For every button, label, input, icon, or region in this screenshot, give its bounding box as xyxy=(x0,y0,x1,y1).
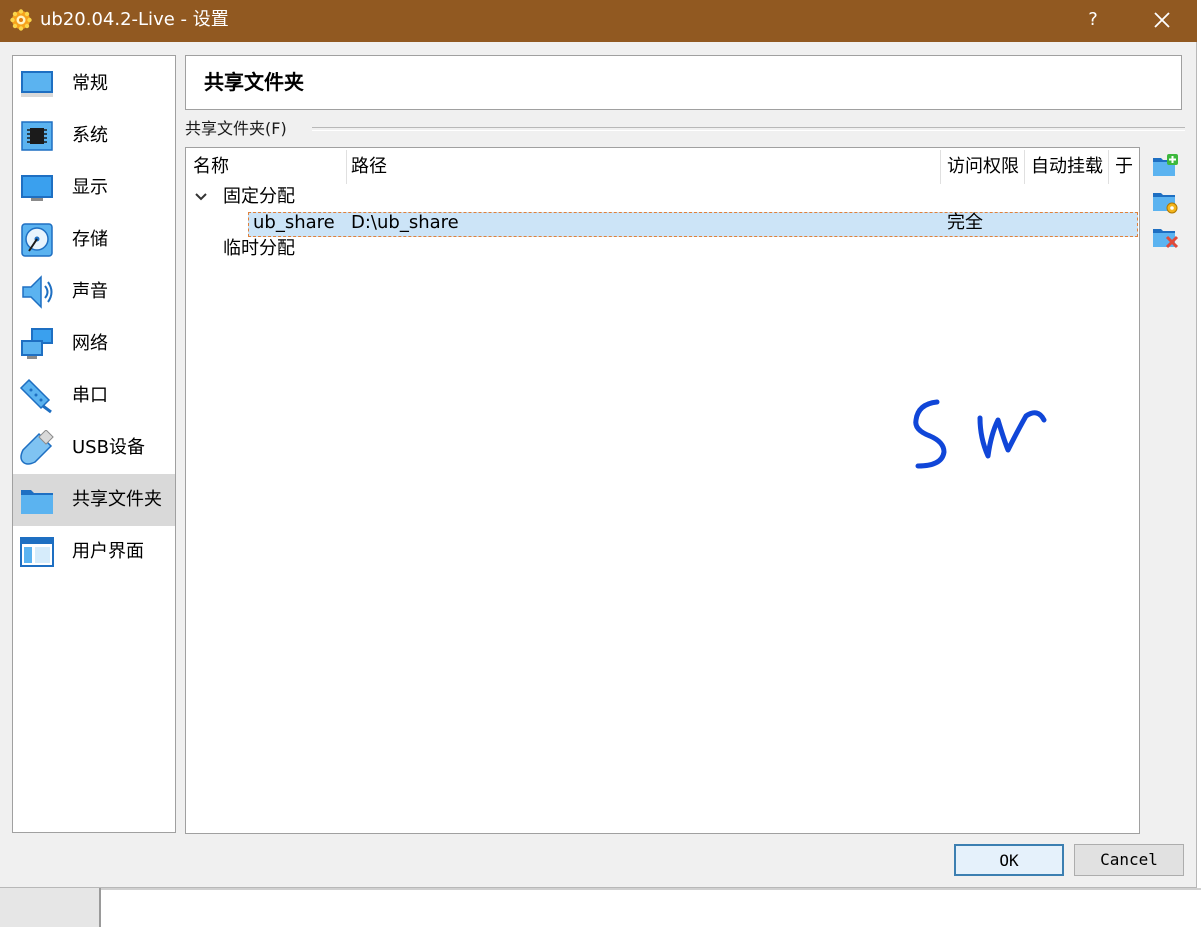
column-header-at[interactable]: 于 xyxy=(1108,148,1139,186)
sidebar-item-label: 存储 xyxy=(72,229,108,250)
sidebar-item-label: 串口 xyxy=(72,385,108,406)
share-access-cell: 完全 xyxy=(947,212,983,233)
shared-folders-tree[interactable]: 名称 路径 访问权限 自动挂载 于 固定分配 ub_share D:\ub_sh… xyxy=(185,147,1140,834)
sidebar-item-label: 常规 xyxy=(72,73,108,94)
virtualbox-logo-icon xyxy=(10,9,32,31)
sidebar-item-label: 共享文件夹 xyxy=(72,489,162,510)
sidebar-item-display[interactable]: 显示 xyxy=(13,162,175,214)
sidebar-item-shared-folders[interactable]: 共享文件夹 xyxy=(13,474,175,526)
speaker-audio-icon xyxy=(22,275,53,309)
column-header-name[interactable]: 名称 xyxy=(186,148,346,186)
chip-system-icon xyxy=(21,121,53,151)
sidebar-item-label: 显示 xyxy=(72,177,108,198)
ok-button[interactable]: OK xyxy=(954,844,1064,876)
sidebar-item-label: 系统 xyxy=(72,125,108,146)
chevron-down-icon[interactable] xyxy=(194,190,208,204)
sidebar-item-audio[interactable]: 声音 xyxy=(13,266,175,318)
group-fixed[interactable]: 固定分配 xyxy=(223,185,295,209)
folder-add-icon[interactable] xyxy=(1151,152,1179,180)
group-divider xyxy=(312,127,1185,131)
help-button[interactable]: ? xyxy=(1080,6,1106,34)
sidebar-item-label: 网络 xyxy=(72,333,108,354)
sidebar-item-label: USB设备 xyxy=(72,437,145,458)
disk-storage-icon xyxy=(21,223,53,257)
sidebar-item-label: 声音 xyxy=(72,281,108,302)
window-title: ub20.04.2-Live - 设置 xyxy=(40,9,229,30)
folder-remove-icon[interactable] xyxy=(1151,223,1179,251)
sidebar-item-general[interactable]: 常规 xyxy=(13,58,175,110)
close-icon[interactable] xyxy=(1146,4,1178,36)
sidebar-item-user-interface[interactable]: 用户界面 xyxy=(13,526,175,578)
column-header-path[interactable]: 路径 xyxy=(344,148,940,186)
sidebar-item-storage[interactable]: 存储 xyxy=(13,214,175,266)
share-path-cell: D:\ub_share xyxy=(351,212,459,233)
column-header-access[interactable]: 访问权限 xyxy=(940,148,1024,186)
cancel-button[interactable]: Cancel xyxy=(1074,844,1184,876)
sidebar-item-serial[interactable]: 串口 xyxy=(13,370,175,422)
folder-edit-icon[interactable] xyxy=(1151,187,1179,215)
settings-sidebar: 常规 系统 显示 存储 声音 网络 串口 USB设备 共享文件夹 用户界面 xyxy=(12,55,176,833)
sidebar-item-network[interactable]: 网络 xyxy=(13,318,175,370)
page-header: 共享文件夹 xyxy=(185,55,1182,110)
title-bar: ub20.04.2-Live - 设置 ? xyxy=(0,0,1197,42)
group-transient[interactable]: 临时分配 xyxy=(223,237,295,261)
background-app-panel xyxy=(0,888,101,927)
sidebar-item-usb[interactable]: USB设备 xyxy=(13,422,175,474)
monitor-general-icon xyxy=(21,71,53,97)
handwritten-annotation xyxy=(913,399,1047,469)
background-divider xyxy=(0,888,1201,890)
shared-folders-group-label: 共享文件夹(F) xyxy=(185,119,287,138)
serial-cable-icon xyxy=(19,378,52,414)
page-title: 共享文件夹 xyxy=(204,70,304,94)
sidebar-item-label: 用户界面 xyxy=(72,541,144,562)
sidebar-item-system[interactable]: 系统 xyxy=(13,110,175,162)
window-ui-icon xyxy=(20,537,54,567)
folder-shared-icon xyxy=(21,490,53,514)
column-header-automount[interactable]: 自动挂载 xyxy=(1024,148,1108,186)
display-monitor-icon xyxy=(21,175,53,201)
share-name-cell: ub_share xyxy=(253,212,335,233)
usb-plug-icon xyxy=(20,430,54,465)
network-monitors-icon xyxy=(21,328,53,359)
settings-dialog: ub20.04.2-Live - 设置 ? 常规 系统 显示 存储 声音 网络 … xyxy=(0,0,1197,888)
